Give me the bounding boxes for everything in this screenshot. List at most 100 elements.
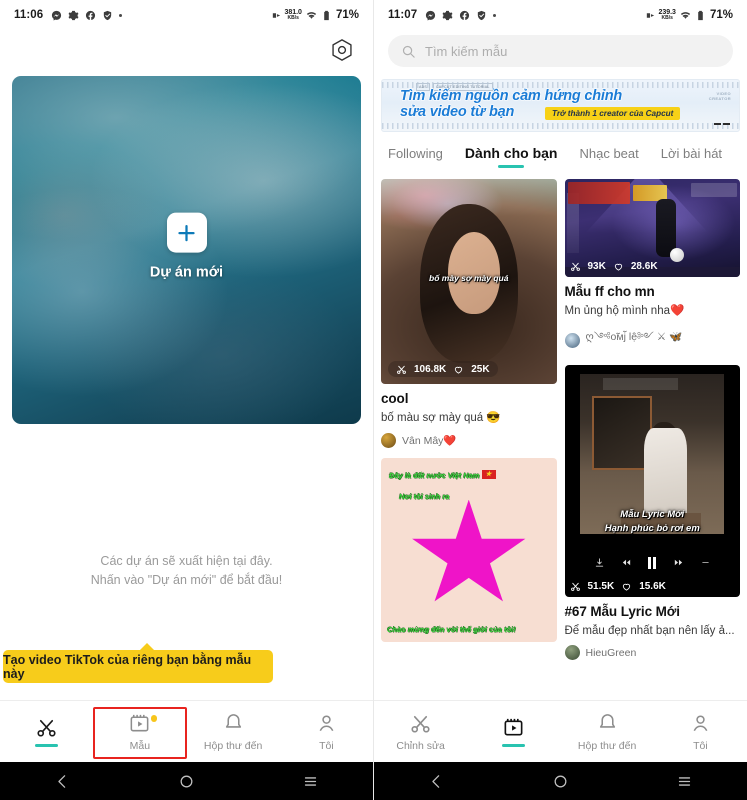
nav-item-inbox[interactable]: Hộp thư đến: [561, 701, 654, 762]
tab-lyrics[interactable]: Lời bài hát: [661, 146, 722, 169]
banner-corner-2: CREATOR: [708, 96, 731, 101]
status-extra-dot: [119, 13, 123, 17]
template-card-cool[interactable]: bố mày sợ mày quá 106.8K 25K cool bố màu…: [381, 179, 557, 448]
nav-label-inbox: Hộp thư đến: [577, 739, 637, 752]
battery-icon: [698, 10, 703, 20]
tab-for-you[interactable]: Dành cho bạn: [465, 145, 558, 169]
player-controls[interactable]: [565, 556, 741, 569]
search-bar[interactable]: Tìm kiếm mẫu: [388, 35, 733, 67]
heart-icon: [614, 263, 623, 271]
left-screen: 11:06 381.0 KB/s 71% Dự án mới Các dự án…: [0, 0, 373, 800]
nav-item-edit[interactable]: [0, 701, 93, 762]
empty-state-hint: Các dự án sẽ xuất hiện tại đây. Nhấn vào…: [0, 552, 373, 591]
android-home-button[interactable]: [498, 773, 622, 790]
person-icon: [319, 714, 334, 731]
thumbnail-caption-line3: Chào mừng đến với thế giới của tôi!: [387, 624, 516, 634]
card-title: Mẫu ff cho mn: [564, 284, 655, 299]
status-app-icons-right: [425, 10, 497, 21]
template-card-ff[interactable]: 93K 28.6K Mẫu ff cho mn Mn ủng hộ mình n…: [564, 179, 741, 355]
bell-icon: [599, 713, 615, 728]
template-card-lyric[interactable]: Mẫu Lyric Mới Hạnh phúc bỏ rơi em 51.5K …: [564, 364, 741, 661]
template-feed: bố mày sợ mày quá 106.8K 25K cool bố màu…: [374, 169, 747, 670]
banner-dot-strip-bottom: [382, 123, 739, 129]
plus-icon: [178, 224, 195, 241]
card-like-count: 25K: [471, 363, 490, 375]
bell-icon: [225, 713, 241, 728]
battery-percent: 71%: [335, 9, 359, 21]
new-project-card[interactable]: Dự án mới: [12, 76, 361, 424]
hex-settings-icon[interactable]: [329, 37, 355, 63]
thumbnail-caption: Mẫu Lyric Mới Hạnh phúc bỏ rơi em: [565, 508, 741, 536]
new-project-button[interactable]: [166, 212, 207, 253]
android-back-button[interactable]: [0, 773, 124, 790]
status-app-icons: [51, 10, 123, 21]
banner-line1: Tìm kiếm nguồn cảm hứng chỉnh: [400, 88, 623, 104]
android-recents-button[interactable]: [623, 773, 747, 790]
nav-active-indicator: [35, 744, 59, 747]
card-thumbnail[interactable]: Đây là đất nước Việt Nam Nơi tôi sinh ra…: [381, 457, 557, 642]
nav-label-me: Tôi: [319, 739, 334, 752]
nav-item-inbox[interactable]: Hộp thư đến: [187, 701, 280, 762]
home-icon: [180, 775, 193, 787]
card-thumbnail[interactable]: 93K 28.6K: [564, 179, 740, 277]
nav-item-template[interactable]: Mẫu: [92, 701, 187, 762]
net-rate-unit-right: KB/s: [661, 15, 673, 21]
scissors-icon: [570, 582, 580, 591]
more-icon[interactable]: [700, 557, 711, 568]
avatar: [564, 645, 580, 661]
template-icon: [130, 714, 149, 731]
feed-column-left: bố mày sợ mày quá 106.8K 25K cool bố màu…: [381, 179, 557, 670]
rewind-icon[interactable]: [621, 557, 632, 568]
lyric-caption-line1: Mẫu Lyric Mới: [620, 509, 685, 521]
android-recents-button[interactable]: [249, 773, 373, 790]
card-thumbnail[interactable]: Mẫu Lyric Mới Hạnh phúc bỏ rơi em 51.5K …: [564, 364, 741, 597]
battery-icon: [324, 10, 329, 20]
template-card-vietnam[interactable]: Đây là đất nước Việt Nam Nơi tôi sinh ra…: [381, 457, 557, 642]
heart-icon: [455, 366, 463, 374]
gear-icon: [442, 10, 453, 20]
card-author-name: Vân Mây❤️: [402, 434, 457, 447]
download-icon[interactable]: [594, 557, 605, 568]
recents-icon: [305, 776, 317, 786]
nav-item-me[interactable]: Tôi: [654, 701, 747, 762]
shop-sign: [603, 378, 679, 390]
pause-icon[interactable]: [647, 556, 657, 569]
facebook-icon: [460, 10, 470, 20]
card-author-row[interactable]: Vân Mây❤️: [381, 432, 557, 448]
template-tooltip[interactable]: Tạo video TikTok của riêng bạn bằng mẫu …: [3, 643, 273, 683]
nav-item-edit[interactable]: Chỉnh sửa: [374, 701, 467, 762]
new-project-label: Dự án mới: [149, 264, 224, 281]
person-icon: [693, 714, 708, 731]
promo-banner[interactable]: ADS CAPCUT EDITING TUTORIAL Tìm kiếm ngu…: [381, 79, 740, 132]
scissors-icon: [570, 262, 580, 271]
feed-column-right: 93K 28.6K Mẫu ff cho mn Mn ủng hộ mình n…: [564, 179, 741, 670]
thumbnail-caption-line2: Nơi tôi sinh ra: [399, 491, 450, 501]
forward-icon[interactable]: [673, 557, 684, 568]
card-author-row[interactable]: ღ༺ᴏ̃ᴍj̃ ӏệ༻ ⚔ 🦋: [564, 326, 741, 355]
android-nav-bar-right: [374, 762, 747, 800]
card-use-count: 93K: [587, 261, 606, 272]
scissors-icon: [37, 719, 56, 737]
card-like-count: 15.6K: [639, 580, 666, 592]
card-thumbnail[interactable]: bố mày sợ mày quá 106.8K 25K: [381, 179, 557, 384]
card-author-row[interactable]: HieuGreen: [564, 645, 741, 661]
thumbnail-caption-line1: Đây là đất nước Việt Nam: [389, 469, 496, 480]
tab-beat[interactable]: Nhạc beat: [579, 146, 638, 169]
status-right-icons: 381.0 KB/s 71%: [271, 9, 359, 21]
android-back-button[interactable]: [374, 773, 498, 790]
card-like-count: 28.6K: [630, 261, 658, 272]
nav-item-template[interactable]: [467, 701, 560, 762]
game-hud-right: [691, 183, 737, 197]
android-home-button[interactable]: [124, 773, 248, 790]
card-author-name: HieuGreen: [585, 646, 637, 659]
wifi-icon: [306, 11, 317, 19]
home-icon: [554, 775, 567, 787]
card-stats: 93K 28.6K: [570, 261, 658, 272]
nav-item-me[interactable]: Tôi: [280, 701, 373, 762]
banner-cta-pill[interactable]: Trở thành 1 creator của Capcut: [545, 107, 681, 120]
network-speed-right: 239.3 KB/s: [645, 9, 676, 21]
vietnam-flag-icon: [481, 469, 496, 479]
tab-following[interactable]: Following: [388, 146, 443, 169]
status-right-icons-right: 239.3 KB/s 71%: [645, 9, 733, 21]
avatar: [564, 332, 580, 348]
